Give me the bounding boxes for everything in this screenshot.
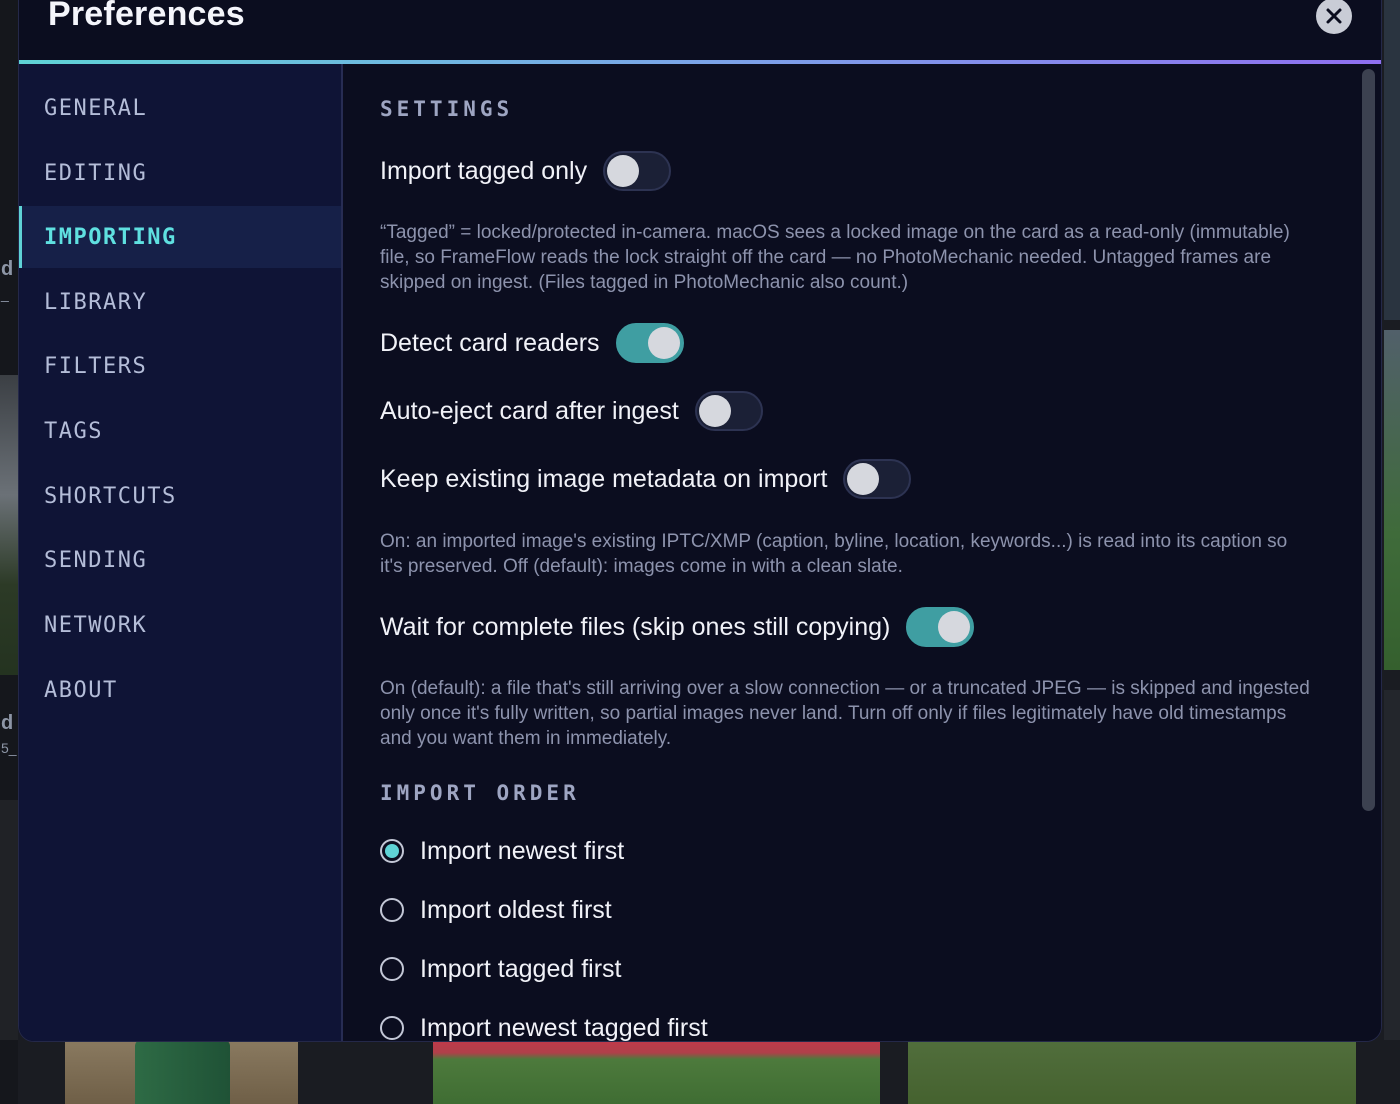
- background-thumbnail: [65, 1040, 298, 1104]
- background-thumbnail: [1384, 0, 1400, 320]
- sidebar-item-sending[interactable]: SENDING: [19, 529, 341, 591]
- radio-option-newest-tagged-first[interactable]: Import newest tagged first: [380, 1008, 708, 1042]
- background-label: _: [1, 286, 9, 302]
- sidebar-item-general[interactable]: GENERAL: [19, 77, 341, 139]
- background-thumbnail: [0, 375, 18, 675]
- radio-button[interactable]: [380, 1016, 404, 1040]
- radio-label: Import oldest first: [420, 895, 612, 924]
- radio-button[interactable]: [380, 898, 404, 922]
- setting-help-text: “Tagged” = locked/protected in-camera. m…: [380, 222, 1290, 293]
- radio-label: Import newest first: [420, 836, 625, 865]
- import-tagged-only-toggle[interactable]: [603, 151, 672, 191]
- setting-label: Auto-eject card after ingest: [380, 396, 679, 425]
- setting-help-text: On (default): a file that's still arrivi…: [380, 678, 1310, 749]
- sidebar-item-editing[interactable]: EDITING: [19, 142, 341, 204]
- sidebar-item-library[interactable]: LIBRARY: [19, 271, 341, 333]
- detect-card-readers-toggle[interactable]: [615, 323, 684, 363]
- radio-option-newest-first[interactable]: Import newest first: [380, 831, 624, 871]
- radio-option-tagged-first[interactable]: Import tagged first: [380, 949, 621, 989]
- setting-label: Import tagged only: [380, 156, 588, 185]
- background-thumbnail: [0, 800, 18, 1040]
- sidebar-item-network[interactable]: NETWORK: [19, 594, 341, 656]
- setting-import-tagged-only: Import tagged only: [380, 151, 672, 191]
- setting-auto-eject: Auto-eject card after ingest: [380, 391, 763, 431]
- wait-complete-files-toggle[interactable]: [906, 607, 975, 647]
- close-button[interactable]: [1316, 0, 1352, 34]
- setting-wait-complete-files: Wait for complete files (skip ones still…: [380, 607, 975, 647]
- setting-label: Detect card readers: [380, 328, 600, 357]
- settings-panel: SETTINGS Import tagged only “Tagged” = l…: [344, 64, 1356, 1042]
- background-label: d: [1, 712, 14, 734]
- section-heading-settings: SETTINGS: [380, 97, 514, 121]
- radio-label: Import newest tagged first: [420, 1013, 708, 1042]
- radio-button[interactable]: [380, 839, 404, 863]
- setting-help-text: On: an imported image's existing IPTC/XM…: [380, 531, 1288, 577]
- background-thumbnail: [1384, 690, 1400, 1040]
- sidebar-item-shortcuts[interactable]: SHORTCUTS: [19, 465, 341, 527]
- dialog-header: Preferences: [19, 0, 1381, 63]
- radio-option-oldest-first[interactable]: Import oldest first: [380, 890, 612, 930]
- radio-button[interactable]: [380, 957, 404, 981]
- background-label: d: [1, 258, 14, 280]
- background-thumbnail: [908, 1040, 1356, 1104]
- section-heading-import-order: IMPORT ORDER: [380, 781, 580, 805]
- background-thumbnail: [1384, 330, 1400, 670]
- preferences-dialog: Preferences GENERAL EDITING IMPORTING LI…: [18, 0, 1382, 1042]
- radio-label: Import tagged first: [420, 954, 622, 983]
- keep-metadata-toggle[interactable]: [843, 459, 912, 499]
- sidebar-item-importing[interactable]: IMPORTING: [19, 206, 341, 268]
- setting-keep-metadata: Keep existing image metadata on import: [380, 459, 912, 499]
- sidebar-item-about[interactable]: ABOUT: [19, 659, 341, 721]
- sidebar-item-filters[interactable]: FILTERS: [19, 335, 341, 397]
- sidebar-item-tags[interactable]: TAGS: [19, 400, 341, 462]
- dialog-title: Preferences: [48, 0, 245, 33]
- setting-label: Keep existing image metadata on import: [380, 464, 828, 493]
- setting-label: Wait for complete files (skip ones still…: [380, 612, 891, 641]
- background-label: 5_: [1, 740, 17, 756]
- background-thumbnail: [433, 1040, 880, 1104]
- scrollbar-thumb[interactable]: [1362, 69, 1375, 811]
- auto-eject-toggle[interactable]: [694, 391, 763, 431]
- preferences-sidebar: GENERAL EDITING IMPORTING LIBRARY FILTER…: [19, 64, 343, 1041]
- setting-detect-card-readers: Detect card readers: [380, 323, 684, 363]
- close-icon: [1326, 8, 1342, 24]
